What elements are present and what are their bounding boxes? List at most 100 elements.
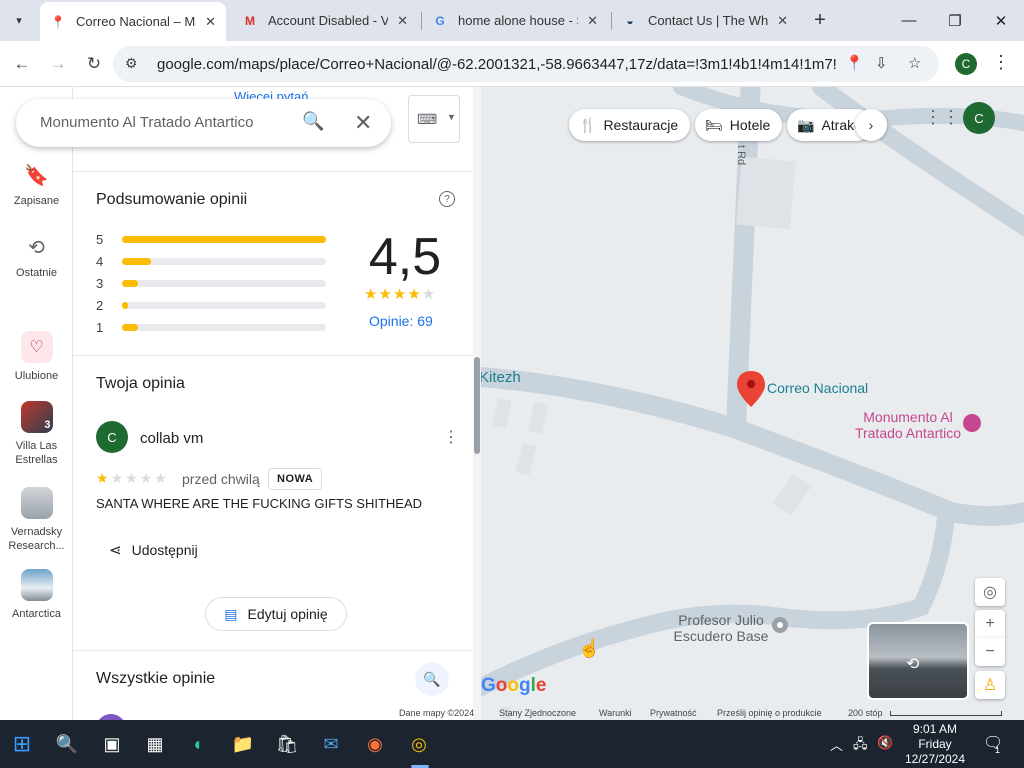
rail-favorites[interactable]: ♡ Ulubione bbox=[0, 331, 73, 383]
rating-bar-4: 4 bbox=[96, 254, 336, 269]
close-icon[interactable]: ✕ bbox=[777, 13, 788, 29]
edit-review-icon: ▤ bbox=[224, 605, 238, 622]
rating-bar-track bbox=[122, 280, 326, 287]
chips-scroll-right-button[interactable]: › bbox=[855, 109, 887, 141]
browser-profile-avatar[interactable]: C bbox=[955, 53, 977, 75]
rating-bar-fill bbox=[122, 280, 139, 287]
browser-menu-icon[interactable]: ⋮ bbox=[992, 52, 1010, 73]
tab-title: Account Disabled - Vie bbox=[268, 13, 388, 28]
tab-title: Contact Us | The White bbox=[648, 13, 768, 28]
network-icon[interactable]: 🖧 bbox=[853, 735, 868, 757]
rail-recent[interactable]: ⟲ Ostatnie bbox=[0, 235, 73, 280]
tab-whitehouse[interactable]: ◒ Contact Us | The White ✕ bbox=[612, 4, 798, 37]
rating-bar-fill bbox=[122, 258, 151, 265]
widgets-icon[interactable]: ▦ bbox=[141, 730, 169, 758]
chrome-icon[interactable]: ◎ bbox=[405, 730, 433, 758]
forward-button[interactable]: → bbox=[45, 51, 71, 77]
more-options-icon[interactable]: ⋮ bbox=[443, 427, 459, 447]
address-bar[interactable]: ⚙ google.com/maps/place/Correo+Nacional/… bbox=[113, 46, 939, 82]
url-text[interactable]: google.com/maps/place/Correo+Nacional/@-… bbox=[157, 56, 837, 73]
pegman-icon[interactable]: ♙ bbox=[975, 671, 1005, 699]
review-author-name[interactable]: collab vm bbox=[140, 430, 203, 447]
new-tab-button[interactable]: + bbox=[808, 8, 832, 32]
help-icon[interactable]: ? bbox=[439, 191, 455, 207]
reload-button[interactable]: ↻ bbox=[81, 51, 107, 77]
heart-icon: ♡ bbox=[20, 331, 53, 363]
rail-place-villa-las-estrellas[interactable]: 3 Villa Las Estrellas bbox=[0, 401, 73, 467]
review-count-link[interactable]: Opinie: 69 bbox=[369, 313, 433, 329]
terms-link[interactable]: Warunki bbox=[599, 708, 632, 718]
notifications-icon[interactable]: 🗨 bbox=[983, 733, 1003, 753]
chip-restaurants[interactable]: 🍴 Restauracje bbox=[569, 109, 691, 141]
tab-title: home alone house - Se bbox=[458, 13, 578, 28]
rating-bar-label: 1 bbox=[96, 320, 104, 335]
my-location-button[interactable]: ◎ bbox=[975, 578, 1005, 606]
street-view-thumbnail[interactable]: ⟲ bbox=[867, 622, 969, 700]
maximize-button[interactable]: ❐ bbox=[932, 0, 978, 41]
map-label-profesor-base[interactable]: Profesor Julio Escudero Base bbox=[669, 612, 773, 644]
chip-hotels[interactable]: 🛏 Hotele bbox=[695, 109, 783, 141]
share-label: Udostępnij bbox=[131, 542, 198, 558]
chip-label: Hotele bbox=[729, 117, 771, 133]
close-icon[interactable]: ✕ bbox=[205, 14, 216, 30]
rating-bar-label: 5 bbox=[96, 232, 104, 247]
search-icon[interactable]: 🔍 bbox=[302, 111, 324, 132]
taskbar-clock[interactable]: 9:01 AM Friday 12/27/2024 bbox=[900, 722, 970, 767]
rating-bar-label: 2 bbox=[96, 298, 104, 313]
mail-icon[interactable]: ✉ bbox=[317, 730, 345, 758]
rail-saved[interactable]: 🔖 Zapisane bbox=[0, 163, 73, 208]
install-app-icon[interactable]: ⇩ bbox=[875, 54, 888, 72]
map-label-monumento[interactable]: Monumento Al Tratado Antartico bbox=[845, 409, 971, 441]
privacy-link[interactable]: Prywatność bbox=[650, 708, 697, 718]
volume-muted-icon[interactable]: 🔇 bbox=[877, 735, 893, 751]
rail-place-vernadsky[interactable]: Vernadsky Research... bbox=[0, 487, 73, 553]
store-icon[interactable]: 🛍 bbox=[273, 730, 301, 758]
share-button[interactable]: ⋖ Udostępnij bbox=[109, 541, 198, 559]
tab-gmail[interactable]: M Account Disabled - Vie ✕ bbox=[232, 4, 418, 37]
rail-place-antarctica[interactable]: Antarctica bbox=[0, 569, 73, 621]
close-icon[interactable]: ✕ bbox=[397, 13, 408, 29]
maps-sidebar-rail: 🔖 Zapisane ⟲ Ostatnie ♡ Ulubione 3 Villa… bbox=[0, 87, 73, 720]
search-input[interactable]: Monumento Al Tratado Antartico bbox=[40, 114, 253, 131]
site-info-icon[interactable]: ⚙ bbox=[125, 55, 138, 72]
minimize-button[interactable]: — bbox=[886, 0, 932, 41]
location-icon[interactable]: 📍 bbox=[845, 54, 864, 72]
close-icon[interactable]: ✕ bbox=[354, 110, 372, 136]
close-icon[interactable]: ✕ bbox=[587, 13, 598, 29]
edge-icon[interactable]: ◐ bbox=[185, 730, 213, 758]
task-view-icon[interactable]: ▣ bbox=[98, 730, 126, 758]
input-tools-button[interactable]: ⌨ ▼ bbox=[408, 95, 460, 143]
firefox-icon[interactable]: ◉ bbox=[361, 730, 389, 758]
show-hidden-icons-icon[interactable]: ︿ bbox=[830, 735, 843, 754]
bookmark-star-icon[interactable]: ☆ bbox=[908, 54, 921, 72]
zoom-in-button[interactable]: + bbox=[975, 610, 1005, 638]
clock-day: Friday bbox=[918, 737, 952, 751]
windows-start-icon[interactable]: ⊞ bbox=[8, 730, 36, 758]
avatar[interactable]: C bbox=[963, 102, 995, 134]
tab-maps[interactable]: 📍 Correo Nacional – Map ✕ bbox=[40, 2, 226, 41]
map-label-kitezh[interactable]: Kitezh bbox=[481, 369, 521, 386]
map-footer: Dane mapy ©2024 Stany Zjednoczone Warunk… bbox=[0, 700, 1024, 720]
rating-bar-3: 3 bbox=[96, 276, 336, 291]
rating-bar-label: 3 bbox=[96, 276, 104, 291]
back-button[interactable]: ← bbox=[9, 51, 35, 77]
rating-bar-track bbox=[122, 302, 326, 309]
zoom-out-button[interactable]: − bbox=[975, 638, 1005, 666]
scale-label[interactable]: 200 stóp bbox=[848, 708, 883, 718]
window-close-button[interactable]: ✕ bbox=[978, 0, 1024, 41]
panel-scrollbar-thumb[interactable] bbox=[474, 357, 480, 454]
search-reviews-button[interactable]: 🔍 bbox=[415, 662, 449, 696]
map-country-link[interactable]: Stany Zjednoczone bbox=[499, 708, 576, 718]
map-canvas[interactable]: 🍴 Restauracje 🛏 Hotele 📷 Atrakcje › ⋮⋮⋮ … bbox=[481, 87, 1024, 720]
map-label-correo-nacional[interactable]: Correo Nacional bbox=[767, 380, 868, 396]
search-icon[interactable]: 🔍 bbox=[53, 730, 81, 758]
tab-google-search[interactable]: G home alone house - Se ✕ bbox=[422, 4, 608, 37]
maps-search-box[interactable]: Monumento Al Tratado Antartico 🔍 ✕ bbox=[16, 99, 391, 147]
file-explorer-icon[interactable]: 📁 bbox=[229, 730, 257, 758]
review-summary-title: Podsumowanie opinii bbox=[96, 191, 248, 208]
avatar[interactable]: C bbox=[96, 421, 128, 453]
rating-bar-track bbox=[122, 258, 326, 265]
tab-search-button[interactable]: ▾ bbox=[6, 8, 32, 32]
feedback-link[interactable]: Prześlij opinię o produkcie bbox=[717, 708, 822, 718]
edit-review-button[interactable]: ▤ Edytuj opinię bbox=[205, 597, 347, 631]
